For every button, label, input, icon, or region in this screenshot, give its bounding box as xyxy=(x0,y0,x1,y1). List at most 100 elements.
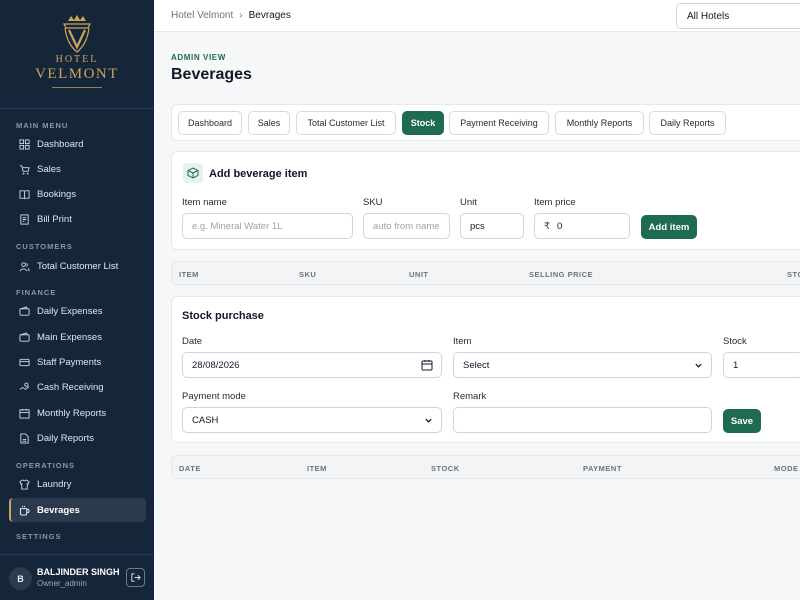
sidebar-item-label: Total Customer List xyxy=(37,260,119,272)
book-icon xyxy=(19,189,30,199)
remark-input[interactable] xyxy=(453,407,712,433)
tab-daily-reports[interactable]: Daily Reports xyxy=(649,111,726,135)
payment-mode-select[interactable]: CASH xyxy=(182,407,442,433)
add-item-button[interactable]: Add item xyxy=(641,215,697,239)
tab-sales[interactable]: Sales xyxy=(248,111,290,135)
column-header: SELLING PRICE xyxy=(529,270,594,279)
stock-purchase-card: Stock purchase Date 28/08/2026 Item Sele… xyxy=(171,296,800,443)
file-icon xyxy=(20,432,29,444)
sidebar-item-label: Bevrages xyxy=(37,504,80,516)
avatar: B xyxy=(9,567,32,590)
payment-mode-label: Payment mode xyxy=(182,391,246,402)
page-title: Beverages xyxy=(171,66,252,83)
nav-section-main-menu: MAIN MENU xyxy=(16,121,69,130)
stock-purchase-title: Stock purchase xyxy=(182,310,264,322)
breadcrumb-hotel[interactable]: Hotel Velmont xyxy=(171,10,233,21)
sidebar-item-main-expenses[interactable]: Main Expenses xyxy=(9,325,146,349)
unit-input[interactable]: pcs xyxy=(460,213,524,239)
sidebar-item-label: Dashboard xyxy=(37,138,84,150)
item-select-value: Select xyxy=(463,359,490,371)
card-icon xyxy=(19,358,30,366)
tab-stock[interactable]: Stock xyxy=(402,111,444,135)
sidebar-item-bookings[interactable]: Bookings xyxy=(9,182,146,206)
wallet-icon xyxy=(19,305,30,316)
column-header: PAYMENT xyxy=(583,464,622,473)
sidebar-item-staff-payments[interactable]: Staff Payments xyxy=(9,350,146,374)
calendar-icon xyxy=(19,408,30,419)
sidebar-item-dashboard[interactable]: Dashboard xyxy=(9,132,146,156)
column-header: ITEM xyxy=(179,270,199,279)
user-role: Owner_admin xyxy=(37,579,87,588)
sidebar-item-label: Laundry xyxy=(37,478,72,490)
crown-crest-icon xyxy=(63,15,91,53)
chevron-down-icon xyxy=(425,418,432,423)
sidebar-item-cash-receiving[interactable]: Cash Receiving xyxy=(9,375,146,399)
nav-section-settings: SETTINGS xyxy=(16,532,62,541)
cash-icon xyxy=(19,382,30,390)
nav-section-operations: OPERATIONS xyxy=(16,461,76,470)
sidebar-item-daily-expenses[interactable]: Daily Expenses xyxy=(9,299,146,323)
sidebar-item-daily-reports[interactable]: Daily Reports xyxy=(9,426,146,450)
sidebar-item-label: Main Expenses xyxy=(37,331,102,343)
hotel-logo: HOTEL VELMONT xyxy=(0,0,154,109)
save-button[interactable]: Save xyxy=(723,409,761,433)
chevron-right-icon: › xyxy=(239,10,243,21)
calendar-icon[interactable] xyxy=(421,359,433,371)
brand-line-2: VELMONT xyxy=(35,66,119,82)
date-input[interactable]: 28/08/2026 xyxy=(182,352,442,378)
item-price-input[interactable]: ₹ 0 xyxy=(534,213,630,239)
brand-line-1: HOTEL xyxy=(55,54,99,65)
items-table-header: ITEM SKU UNIT SELLING PRICE STO xyxy=(171,261,800,285)
sidebar-item-label: Daily Reports xyxy=(37,432,95,444)
stock-input[interactable]: 1 xyxy=(723,352,800,378)
item-select[interactable]: Select xyxy=(453,352,712,378)
sku-input[interactable]: auto from name xyxy=(363,213,450,239)
rupee-icon: ₹ xyxy=(544,220,551,232)
item-price-value: 0 xyxy=(557,220,563,232)
sidebar-item-label: Staff Payments xyxy=(37,356,102,368)
tab-payment-receiving[interactable]: Payment Receiving xyxy=(449,111,549,135)
wallet-icon xyxy=(19,331,30,342)
item-name-label: Item name xyxy=(182,197,227,208)
sidebar-item-laundry[interactable]: Laundry xyxy=(9,472,146,496)
sidebar-item-sales[interactable]: Sales xyxy=(9,157,146,181)
page-eyebrow: ADMIN VIEW xyxy=(171,53,226,62)
users-icon xyxy=(19,261,30,271)
item-name-input[interactable]: e.g. Mineral Water 1L xyxy=(182,213,353,239)
date-value: 28/08/2026 xyxy=(192,359,240,371)
sidebar-item-label: Monthly Reports xyxy=(37,407,107,419)
sidebar-item-monthly-reports[interactable]: Monthly Reports xyxy=(9,401,146,425)
logout-button[interactable] xyxy=(126,568,145,587)
item-price-label: Item price xyxy=(534,197,576,208)
payment-mode-value: CASH xyxy=(192,414,219,426)
add-item-card: Add beverage item Item name e.g. Mineral… xyxy=(171,151,800,250)
tab-bar: Dashboard Sales Total Customer List Stoc… xyxy=(171,104,800,141)
logo-divider xyxy=(52,87,102,88)
nav-section-finance: FINANCE xyxy=(16,288,57,297)
sidebar-item-label: Bill Print xyxy=(37,213,72,225)
item-label: Item xyxy=(453,336,472,347)
nav-section-customers: CUSTOMERS xyxy=(16,242,73,251)
sidebar-item-bevrages[interactable]: Bevrages xyxy=(9,498,146,522)
stock-label: Stock xyxy=(723,336,747,347)
sidebar-item-label: Sales xyxy=(37,163,61,175)
cube-icon xyxy=(183,163,203,183)
column-header: DATE xyxy=(179,464,201,473)
cart-icon xyxy=(19,164,30,175)
sidebar: HOTEL VELMONT MAIN MENU Dashboard Sales … xyxy=(0,0,154,600)
breadcrumb-current: Bevrages xyxy=(248,10,291,21)
tab-monthly-reports[interactable]: Monthly Reports xyxy=(555,111,644,135)
remark-label: Remark xyxy=(453,391,487,402)
tab-total-customer-list[interactable]: Total Customer List xyxy=(296,111,396,135)
sidebar-item-label: Daily Expenses xyxy=(37,305,103,317)
hotel-select[interactable]: All Hotels xyxy=(676,3,800,29)
sidebar-item-bill-print[interactable]: Bill Print xyxy=(9,207,146,231)
tab-dashboard[interactable]: Dashboard xyxy=(178,111,242,135)
top-bar: Hotel Velmont › Bevrages All Hotels xyxy=(154,0,800,32)
shirt-icon xyxy=(19,478,30,490)
sidebar-item-total-customer-list[interactable]: Total Customer List xyxy=(9,254,146,278)
sku-label: SKU xyxy=(363,197,383,208)
grid-icon xyxy=(19,138,30,150)
unit-label: Unit xyxy=(460,197,477,208)
sidebar-item-label: Cash Receiving xyxy=(37,381,104,393)
